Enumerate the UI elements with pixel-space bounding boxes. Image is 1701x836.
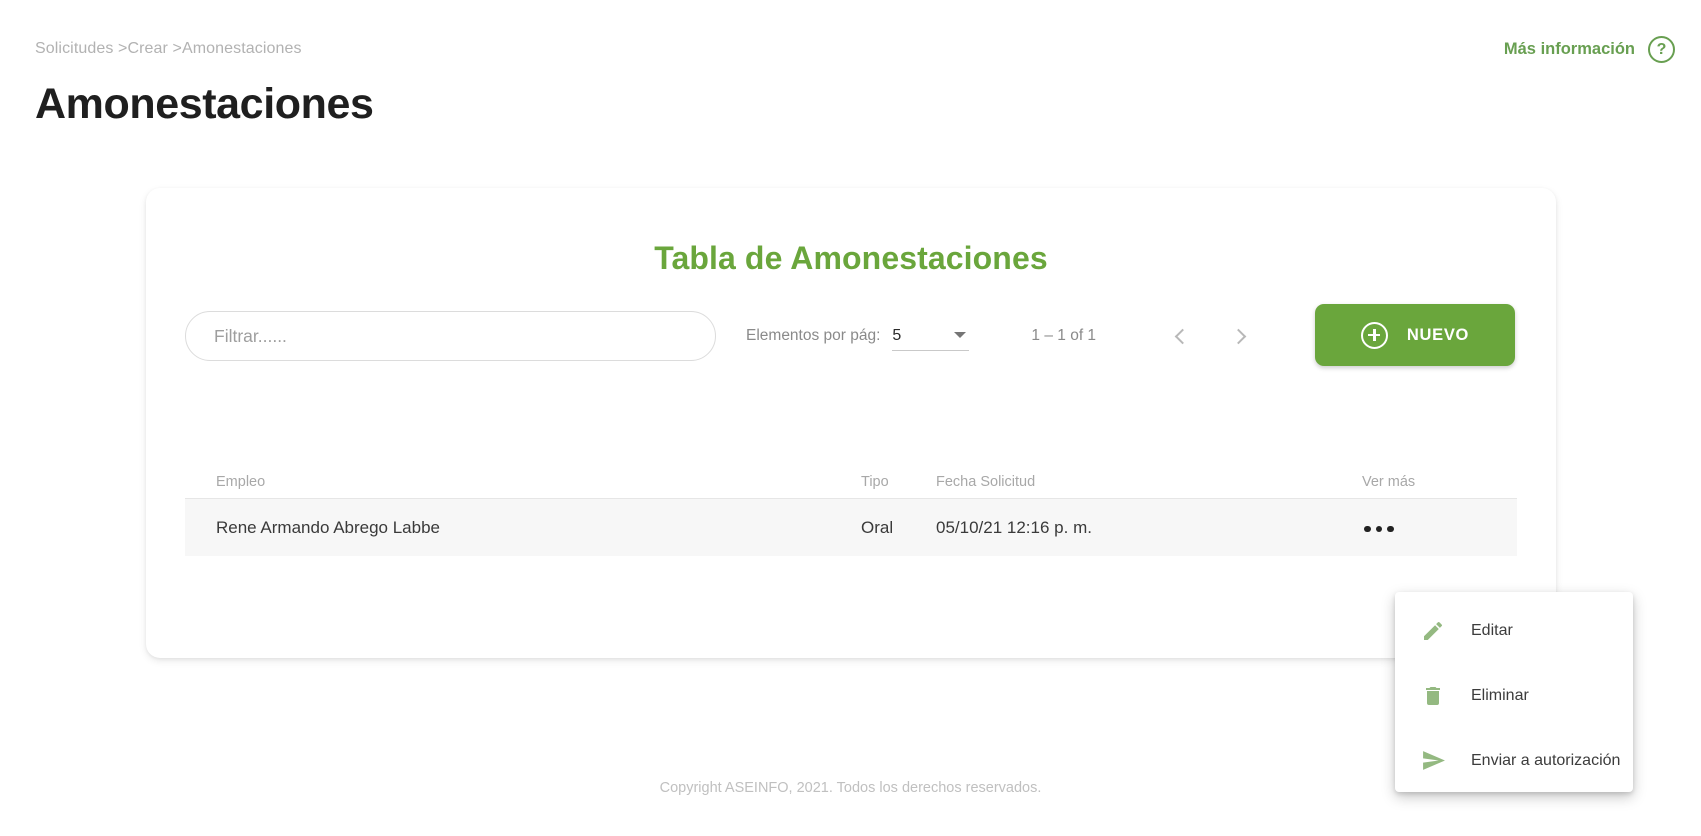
dot	[1364, 525, 1371, 532]
app-page: Solicitudes >Crear >Amonestaciones Más i…	[0, 0, 1701, 836]
menu-item-editar[interactable]: Editar	[1395, 598, 1633, 663]
breadcrumb[interactable]: Solicitudes >Crear >Amonestaciones	[35, 40, 302, 58]
plus-circle-icon	[1360, 321, 1388, 349]
new-record-button[interactable]: NUEVO	[1315, 304, 1515, 366]
menu-item-enviar-label: Enviar a autorización	[1471, 751, 1621, 769]
pencil-icon	[1420, 618, 1446, 644]
paginator: Elementos por pág: 5 1 – 1 of 1	[746, 306, 1261, 366]
send-icon	[1420, 748, 1446, 774]
topbar: Solicitudes >Crear >Amonestaciones Más i…	[0, 0, 1701, 80]
chevron-down-icon	[954, 332, 967, 338]
page-range-label: 1 – 1 of 1	[1031, 327, 1097, 344]
menu-item-editar-label: Editar	[1471, 621, 1513, 639]
row-actions-menu: Editar Eliminar Enviar a autorización	[1395, 592, 1633, 792]
items-per-page-select[interactable]: 5	[892, 321, 970, 351]
menu-item-eliminar-label: Eliminar	[1471, 686, 1529, 704]
filter-field[interactable]	[185, 311, 716, 361]
card-title: Tabla de Amonestaciones	[654, 240, 1048, 276]
chevron-right-icon	[1230, 328, 1246, 344]
column-header-empleo[interactable]: Empleo	[185, 474, 861, 490]
cell-tipo: Oral	[861, 517, 894, 537]
more-info-link[interactable]: Más información ?	[1504, 36, 1675, 63]
search-input[interactable]	[214, 325, 687, 347]
dot	[1387, 525, 1394, 532]
menu-item-enviar-a-autorizacion[interactable]: Enviar a autorización	[1395, 728, 1633, 793]
amonestaciones-table: Empleo Tipo Fecha Solicitud Ver más Rene…	[185, 465, 1517, 556]
trash-icon	[1420, 683, 1446, 709]
table-header-row: Empleo Tipo Fecha Solicitud Ver más	[185, 465, 1517, 499]
table-row[interactable]: Rene Armando Abrego Labbe Oral 05/10/21 …	[185, 499, 1517, 556]
more-horizontal-icon[interactable]	[1362, 520, 1396, 539]
column-header-tipo[interactable]: Tipo	[861, 474, 936, 490]
menu-item-eliminar[interactable]: Eliminar	[1395, 663, 1633, 728]
help-circle-icon[interactable]: ?	[1648, 36, 1675, 63]
column-header-fecha-solicitud[interactable]: Fecha Solicitud	[936, 474, 1336, 490]
dot	[1375, 525, 1382, 532]
items-per-page-value: 5	[892, 326, 902, 344]
cell-fecha-solicitud: 05/10/21 12:16 p. m.	[936, 517, 1092, 537]
page-title: Amonestaciones	[35, 80, 374, 128]
items-per-page-label: Elementos por pág:	[746, 327, 881, 344]
chevron-left-icon	[1174, 328, 1190, 344]
cell-empleo: Rene Armando Abrego Labbe	[216, 517, 441, 537]
more-info-label: Más información	[1503, 40, 1635, 58]
column-header-ver-mas: Ver más	[1362, 473, 1416, 490]
cell-ver-mas	[1336, 517, 1517, 538]
table-card: Tabla de Amonestaciones Elementos por pá…	[146, 188, 1556, 658]
new-record-button-label: NUEVO	[1406, 325, 1470, 344]
previous-page-button[interactable]	[1159, 315, 1201, 357]
next-page-button[interactable]	[1219, 315, 1261, 357]
table-controls: Elementos por pág: 5 1 – 1 of 1 NUEVO	[146, 301, 1556, 381]
